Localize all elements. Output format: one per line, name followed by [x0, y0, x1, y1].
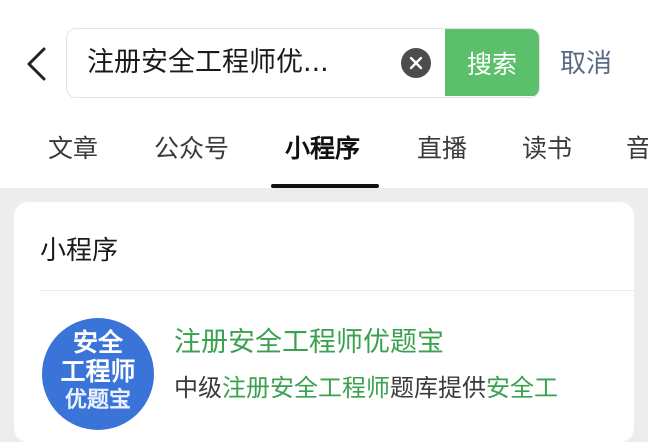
back-button[interactable]	[18, 42, 54, 86]
desc-highlight: 注册安全工程师	[222, 374, 390, 402]
tab-mini-programs[interactable]: 小程序	[285, 122, 360, 176]
tab-live[interactable]: 直播	[417, 122, 467, 176]
category-tabs: 文章 公众号 小程序 直播 读书 音	[0, 122, 648, 188]
search-input[interactable]: 注册安全工程师优...	[87, 29, 397, 96]
logo-line: 优题宝	[64, 388, 131, 413]
active-tab-indicator	[271, 184, 379, 188]
clear-icon[interactable]	[401, 48, 431, 78]
close-icon	[409, 56, 423, 70]
section-title: 小程序	[40, 236, 119, 266]
search-button[interactable]: 搜索	[445, 29, 539, 96]
divider	[40, 290, 634, 291]
desc-highlight: 安全工	[486, 374, 558, 402]
desc-text: 题库提供	[390, 374, 486, 402]
cancel-button[interactable]: 取消	[560, 42, 612, 86]
tab-music[interactable]: 音	[626, 122, 648, 176]
app-name-link[interactable]: 注册安全工程师优题宝	[174, 320, 444, 359]
app-logo[interactable]: 安全 工程师 优题宝	[42, 318, 154, 430]
search-box[interactable]: 注册安全工程师优... 搜索	[66, 28, 540, 98]
desc-text: 中级	[174, 374, 222, 402]
app-description: 中级注册安全工程师题库提供安全工	[174, 368, 558, 403]
logo-line: 工程师	[60, 357, 136, 386]
chevron-left-icon	[27, 47, 46, 81]
logo-line: 安全	[72, 328, 123, 357]
results-card: 小程序 安全 工程师 优题宝 注册安全工程师优题宝 中级注册安全工程师题库提供安…	[14, 202, 634, 442]
tab-articles[interactable]: 文章	[48, 122, 98, 176]
search-header: 注册安全工程师优... 搜索 取消 文章 公众号 小程序 直播 读书 音	[0, 0, 648, 188]
tab-official-accounts[interactable]: 公众号	[154, 122, 229, 176]
tab-books[interactable]: 读书	[522, 122, 572, 176]
